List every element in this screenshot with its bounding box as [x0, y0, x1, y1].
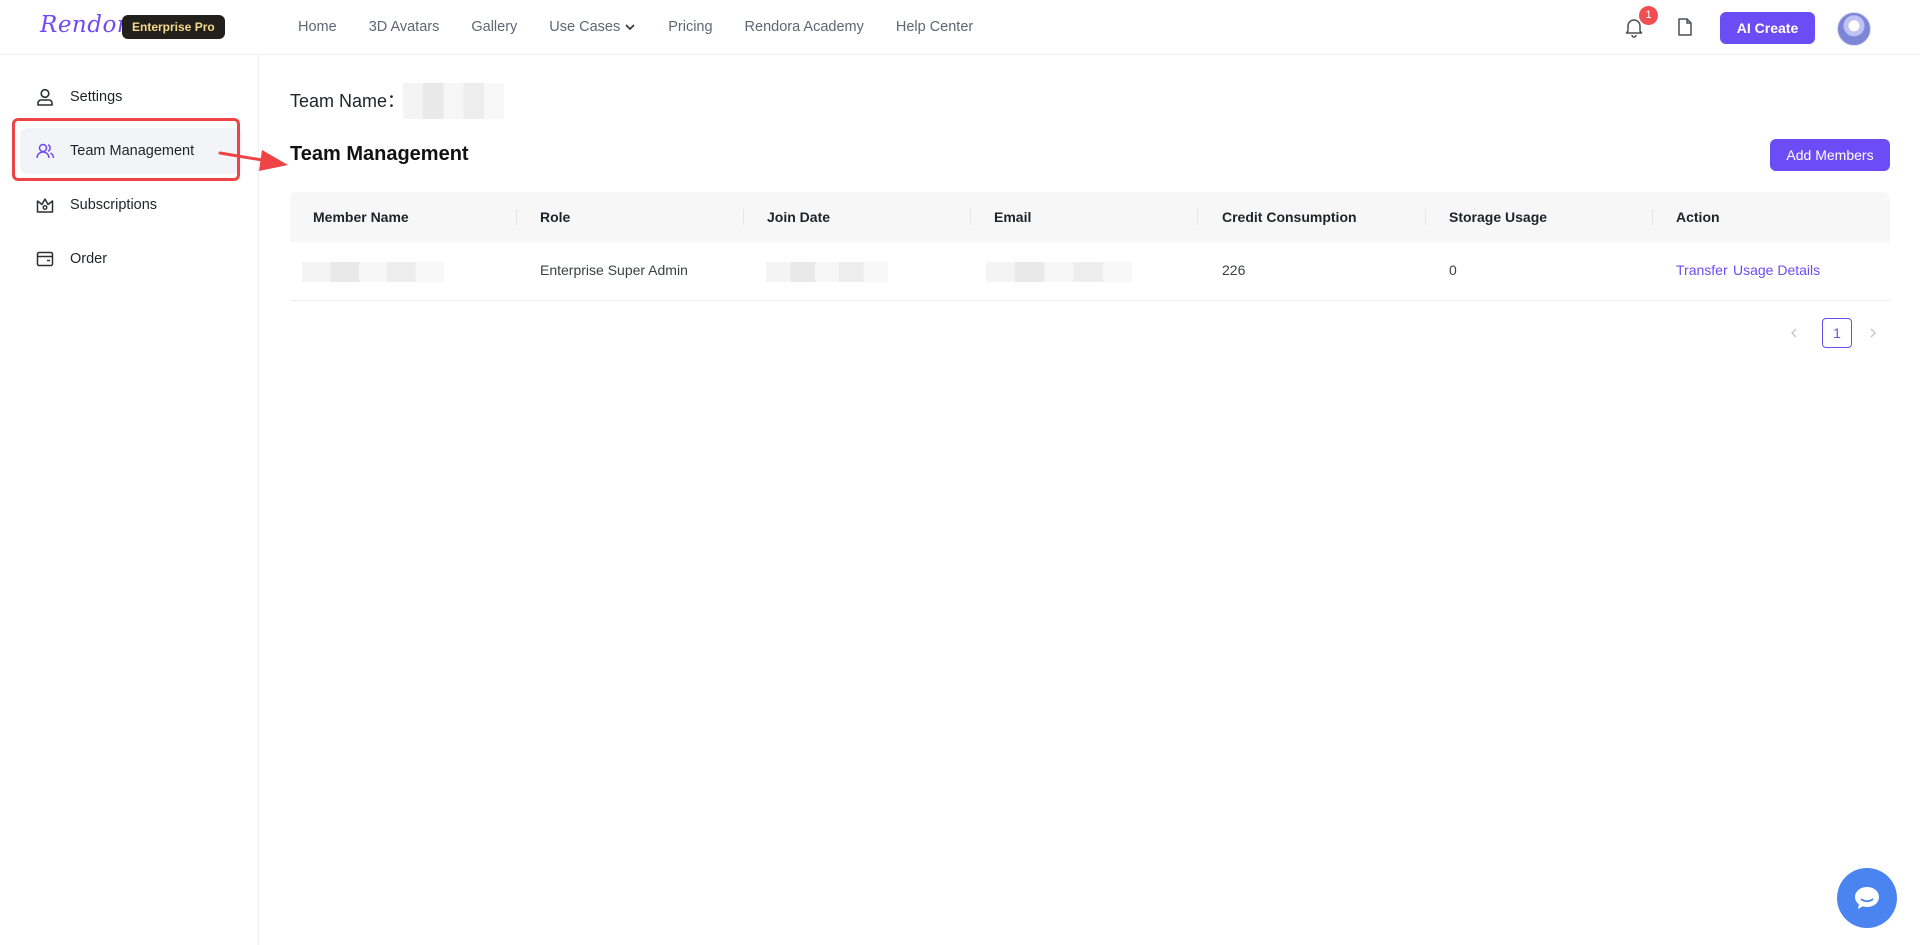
sidebar-item-label: Order — [70, 251, 108, 267]
column-divider — [1425, 209, 1426, 225]
column-divider — [516, 209, 517, 225]
page-title: Team Management — [290, 143, 469, 165]
usage-details-link[interactable]: Usage Details — [1733, 262, 1820, 278]
nav-3d-avatars[interactable]: 3D Avatars — [369, 19, 440, 35]
column-header-storage-usage: Storage Usage — [1449, 209, 1548, 225]
sidebar-item-order[interactable]: Order — [20, 236, 242, 282]
sidebar-item-label: Subscriptions — [70, 197, 158, 213]
credit-consumption-cell: 226 — [1222, 262, 1246, 278]
document-icon[interactable] — [1674, 16, 1696, 38]
next-page-icon[interactable] — [1866, 318, 1880, 348]
nav-use-cases[interactable]: Use Cases — [549, 19, 636, 35]
column-header-member-name: Member Name — [313, 209, 409, 225]
add-members-button[interactable]: Add Members — [1770, 139, 1890, 171]
role-cell: Enterprise Super Admin — [540, 262, 688, 278]
notification-count-badge: 1 — [1639, 6, 1658, 25]
member-name-redacted — [302, 262, 444, 282]
column-header-join-date: Join Date — [767, 209, 831, 225]
chevron-down-icon — [625, 24, 635, 31]
column-divider — [970, 209, 971, 225]
nav-pricing[interactable]: Pricing — [668, 19, 712, 35]
ai-create-button[interactable]: AI Create — [1720, 12, 1815, 44]
column-divider — [1652, 209, 1653, 225]
crown-icon — [34, 194, 56, 216]
avatar[interactable] — [1837, 12, 1871, 46]
team-name-label: Team Name： — [290, 91, 406, 111]
nav-gallery[interactable]: Gallery — [471, 19, 517, 35]
storage-usage-cell: 0 — [1449, 262, 1457, 278]
column-header-credit-consumption: Credit Consumption — [1222, 209, 1357, 225]
table-row: Enterprise Super Admin 226 0 Transfer Us… — [290, 242, 1890, 301]
pagination-page-1[interactable]: 1 — [1822, 318, 1852, 348]
transfer-link[interactable]: Transfer — [1676, 262, 1728, 278]
column-header-action: Action — [1676, 209, 1720, 225]
sidebar-item-settings[interactable]: Settings — [20, 74, 242, 120]
plan-badge: Enterprise Pro — [122, 15, 225, 39]
members-table: Member Name Role Join Date Email Credit … — [290, 192, 1890, 301]
annotation-arrow-icon — [218, 150, 288, 171]
column-divider — [1197, 209, 1198, 225]
annotation-highlight-box — [12, 118, 240, 181]
column-header-email: Email — [994, 209, 1032, 225]
team-name-value-redacted — [403, 83, 504, 119]
table-header: Member Name Role Join Date Email Credit … — [290, 192, 1890, 242]
column-divider — [743, 209, 744, 225]
nav-academy[interactable]: Rendora Academy — [745, 19, 864, 35]
nav-home[interactable]: Home — [298, 19, 337, 35]
email-redacted — [986, 262, 1132, 282]
nav-use-cases-label: Use Cases — [549, 19, 621, 35]
top-navigation-bar: Rendora Enterprise Pro Home 3D Avatars G… — [0, 0, 1920, 55]
sidebar: Settings Team Management Subscriptions O… — [0, 55, 259, 945]
prev-page-icon[interactable] — [1787, 318, 1801, 348]
chat-support-button[interactable] — [1837, 868, 1897, 928]
chat-bubble-icon — [1855, 887, 1879, 909]
wallet-icon — [34, 248, 56, 270]
sidebar-item-subscriptions[interactable]: Subscriptions — [20, 182, 242, 228]
user-icon — [34, 86, 56, 108]
column-header-role: Role — [540, 209, 571, 225]
sidebar-item-label: Settings — [70, 89, 123, 105]
nav-help-center[interactable]: Help Center — [896, 19, 973, 35]
main-nav: Home 3D Avatars Gallery Use Cases Pricin… — [298, 0, 1005, 54]
join-date-redacted — [766, 262, 888, 282]
